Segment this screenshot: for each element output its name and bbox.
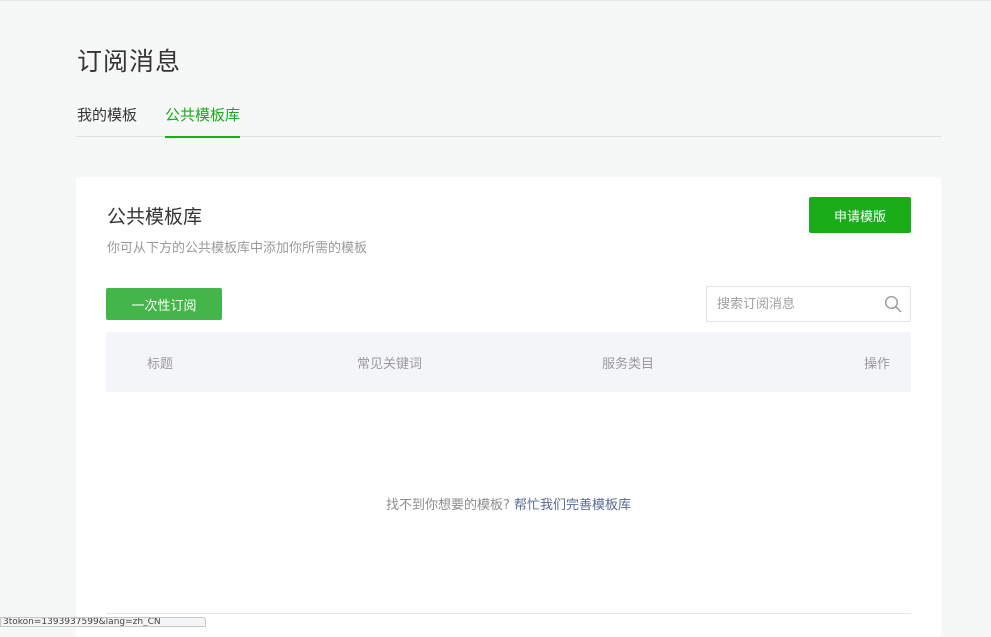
search-icon[interactable] (884, 295, 902, 313)
column-category: 服务类目 (602, 357, 655, 372)
search-input[interactable] (717, 287, 877, 321)
tab-my-templates[interactable]: 我的模板 (77, 104, 137, 137)
top-divider (0, 0, 991, 1)
library-card: 公共模板库 你可从下方的公共模板库中添加你所需的模板 申请模版 一次性订阅 标题… (76, 177, 941, 637)
table-bottom-divider (106, 613, 911, 614)
library-title: 公共模板库 (107, 206, 203, 228)
empty-state: 找不到你想要的模板? 帮忙我们完善模板库 (76, 494, 941, 513)
empty-state-text: 找不到你想要的模板? (385, 498, 510, 513)
column-title: 标题 (147, 357, 174, 372)
page-title: 订阅消息 (77, 47, 182, 76)
apply-template-button[interactable]: 申请模版 (809, 197, 911, 233)
one-time-subscription-filter[interactable]: 一次性订阅 (106, 288, 222, 320)
column-keywords: 常见关键词 (357, 357, 423, 372)
column-actions: 操作 (863, 357, 890, 372)
library-description: 你可从下方的公共模板库中添加你所需的模板 (107, 241, 368, 256)
improve-library-link[interactable]: 帮忙我们完善模板库 (514, 498, 631, 513)
tab-bar: 我的模板 公共模板库 (76, 104, 941, 138)
status-bar-url: 3tokon=1393937599&lang=zh_CN (0, 617, 206, 627)
table-header: 标题 常见关键词 服务类目 操作 (106, 332, 911, 392)
tab-public-library[interactable]: 公共模板库 (165, 104, 241, 138)
search-box (706, 286, 911, 322)
